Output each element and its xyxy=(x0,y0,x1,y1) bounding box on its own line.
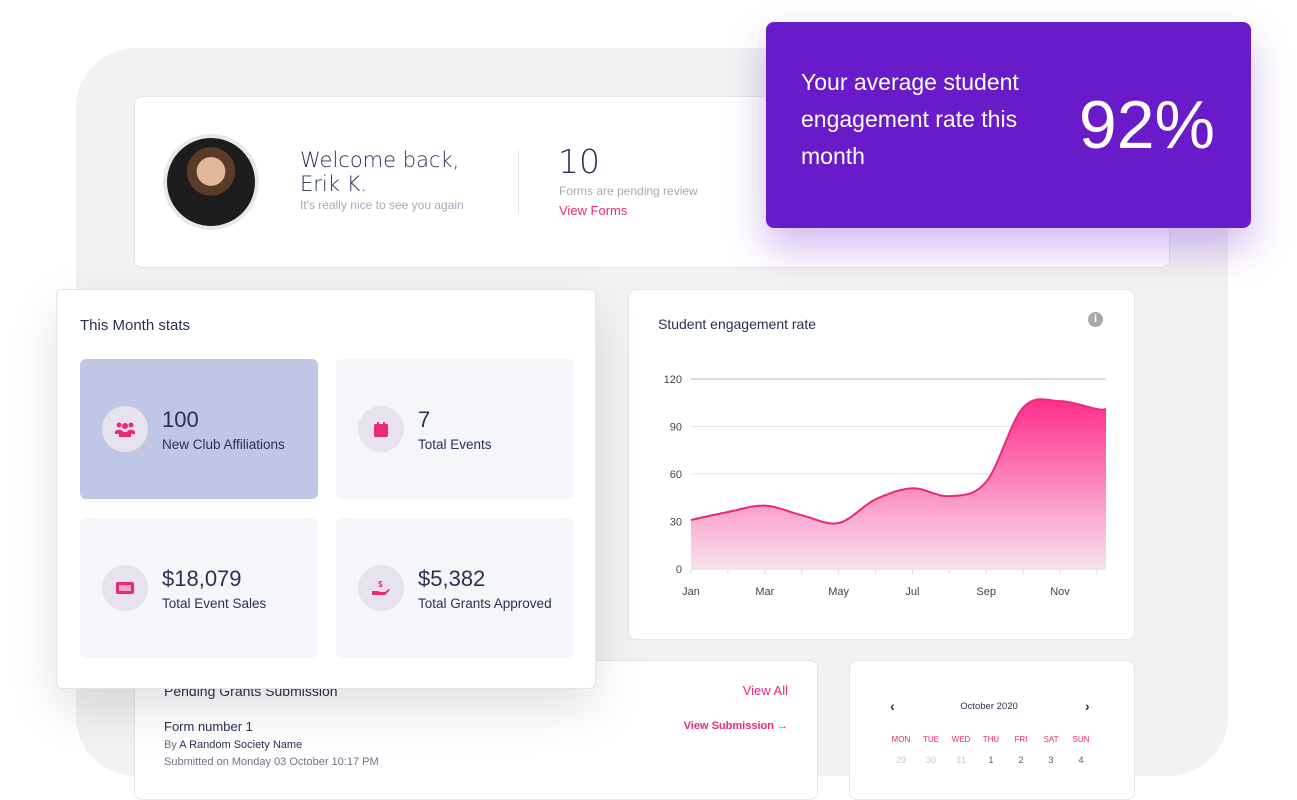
weekday-wed: WED xyxy=(951,735,971,744)
x-tick-label: Mar xyxy=(755,586,774,598)
y-tick-label: 30 xyxy=(670,517,682,529)
weekday-thu: THU xyxy=(982,735,1000,744)
area-chart: 0 30 60 90 120 Jan Mar May Jul Sep Nov xyxy=(664,374,1107,598)
x-tick-label: May xyxy=(828,586,849,598)
stat-label: Total Event Sales xyxy=(162,596,267,611)
calendar-day[interactable]: 2 xyxy=(1006,755,1036,765)
next-month-button[interactable]: › xyxy=(1085,698,1090,714)
calendar-day[interactable]: 3 xyxy=(1036,755,1066,765)
promo-value: 92% xyxy=(1078,87,1215,163)
stat-tile-event-sales[interactable]: $18,079 Total Event Sales xyxy=(80,518,318,658)
weekday-sun: SUN xyxy=(1072,735,1090,744)
stat-value: $5,382 xyxy=(418,566,486,591)
society-name: A Random Society Name xyxy=(179,739,303,751)
area-fill xyxy=(691,399,1106,569)
stats-title: This Month stats xyxy=(80,317,191,334)
calendar-card: ‹ October 2020 › MON TUE WED THU FRI SAT SUN 2… xyxy=(849,660,1135,800)
calendar-day[interactable]: 29 xyxy=(886,755,916,765)
divider xyxy=(518,150,519,214)
pending-count: 10 xyxy=(558,142,600,181)
by-prefix: By xyxy=(164,739,177,751)
stat-tile-club-affiliations[interactable]: 100 New Club Affiliations xyxy=(80,359,318,499)
stat-value: $18,079 xyxy=(162,566,242,591)
x-tick-label: Sep xyxy=(976,586,996,598)
weekday-fri: FRI xyxy=(1014,735,1028,744)
stat-tile-total-events[interactable]: 7 Total Events xyxy=(336,359,574,499)
welcome-heading: Welcome back, Erik K. xyxy=(300,148,459,196)
users-icon xyxy=(102,406,148,452)
y-tick-label: 90 xyxy=(670,422,682,434)
stat-value: 100 xyxy=(162,407,199,432)
stat-tile-grants-approved[interactable]: $ $5,382 Total Grants Approved xyxy=(336,518,574,658)
calendar-day[interactable]: 31 xyxy=(946,755,976,765)
y-tick-label: 60 xyxy=(670,469,682,481)
x-tick-label: Jul xyxy=(905,586,919,598)
form-title: Form number 1 xyxy=(164,719,253,734)
greeting: Welcome back, xyxy=(300,148,460,172)
hand-dollar-icon: $ xyxy=(358,565,404,611)
welcome-subtitle: It's really nice to see you again xyxy=(300,198,464,212)
weekday-sat: SAT xyxy=(1043,735,1059,744)
ticket-icon xyxy=(102,565,148,611)
promo-text: Your average student engagement rate thi… xyxy=(801,69,1019,169)
avatar xyxy=(163,134,259,230)
stat-label: Total Events xyxy=(418,437,492,452)
pending-label: Forms are pending review xyxy=(559,184,698,198)
x-tick-label: Nov xyxy=(1050,586,1070,598)
stat-label: Total Grants Approved xyxy=(418,596,552,611)
calendar-day[interactable]: 30 xyxy=(916,755,946,765)
submitted-date: Submitted on Monday 03 October 10:17 PM xyxy=(164,756,379,768)
y-tick-label: 0 xyxy=(676,564,682,576)
engagement-chart-card: Student engagement rate i 0 30 60 90 120 Jan M… xyxy=(628,289,1135,640)
svg-text:$: $ xyxy=(378,580,383,589)
weekday-tue: TUE xyxy=(923,735,939,744)
view-submission-link[interactable]: View Submission → xyxy=(684,720,788,732)
x-tick-label: Jan xyxy=(682,586,700,598)
y-tick-label: 120 xyxy=(664,374,682,386)
calendar-day[interactable]: 1 xyxy=(976,755,1006,765)
view-all-link[interactable]: View All xyxy=(743,683,788,698)
month-stats-card: This Month stats 100 New Club Affiliatio… xyxy=(56,289,596,689)
view-forms-link[interactable]: View Forms xyxy=(559,203,627,218)
calendar-day[interactable]: 4 xyxy=(1066,755,1096,765)
stat-value: 7 xyxy=(418,407,431,432)
calendar-icon xyxy=(358,406,404,452)
calendar-dates: 29 30 31 1 2 3 4 xyxy=(886,755,1096,765)
form-author: By A Random Society Name xyxy=(164,739,302,751)
user-name: Erik K. xyxy=(300,172,368,196)
weekday-mon: MON xyxy=(891,735,911,744)
weekday-headers: MON TUE WED THU FRI SAT SUN xyxy=(886,735,1096,744)
engagement-promo-card: Your average student engagement rate thi… xyxy=(766,22,1251,228)
stat-label: New Club Affiliations xyxy=(162,437,285,452)
